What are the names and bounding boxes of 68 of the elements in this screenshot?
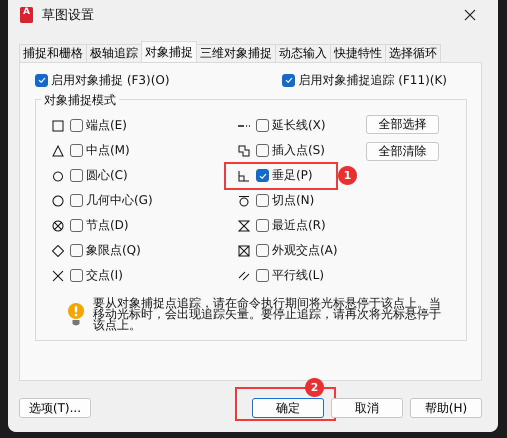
- check-icon: [36, 75, 46, 85]
- checkbox-label: 端点(E): [86, 117, 127, 134]
- circle-small-marker-icon: [52, 170, 64, 182]
- tab[interactable]: 快捷特性: [330, 44, 386, 62]
- checkbox-label: 延长线(X): [272, 117, 326, 134]
- tab[interactable]: 动态输入: [275, 44, 331, 62]
- check-icon: [284, 75, 294, 85]
- checkbox-label: 节点(D): [86, 217, 129, 234]
- checkbox-label: 垂足(P): [272, 167, 313, 184]
- app-logo: A: [20, 7, 33, 23]
- checkbox[interactable]: [256, 269, 269, 282]
- parallel-marker-icon: [238, 270, 250, 282]
- checkbox-label: 平行线(L): [272, 267, 324, 284]
- clear-all-button[interactable]: 全部清除: [366, 142, 439, 161]
- checkbox-label: 插入点(S): [272, 142, 325, 159]
- checkbox-label: 几何中心(G): [86, 192, 153, 209]
- hint-text: 要从对象捕捉点追踪，请在命令执行期间将光标悬停于该点上。当移动光标时，会出现追踪矢量。要停止追踪，请再次将光标悬停于该点上。: [93, 298, 442, 331]
- window-title: 草图设置: [42, 7, 94, 24]
- dialog-button[interactable]: 帮助(H): [410, 398, 482, 418]
- nearest-marker-icon: [238, 220, 250, 232]
- checkbox[interactable]: [256, 119, 269, 132]
- checkbox[interactable]: [70, 194, 83, 207]
- dialog-button[interactable]: 确定: [252, 398, 324, 418]
- checkbox[interactable]: [70, 119, 83, 132]
- checkbox-label: 切点(N): [272, 192, 314, 209]
- node-marker-icon: [52, 220, 64, 232]
- insertion-marker-icon: [238, 144, 250, 156]
- tab[interactable]: 极轴追踪: [86, 44, 142, 62]
- tab[interactable]: 三维对象捕捉: [196, 44, 276, 62]
- apparent-marker-icon: [238, 244, 250, 256]
- checkbox[interactable]: [256, 169, 269, 182]
- checkbox-label: 最近点(R): [272, 217, 326, 234]
- options-button[interactable]: 选项(T)...: [19, 398, 91, 418]
- checkbox[interactable]: [256, 144, 269, 157]
- checkbox-label: 象限点(Q): [86, 242, 141, 259]
- square-marker-icon: [52, 120, 64, 132]
- checkbox[interactable]: [35, 74, 48, 86]
- lightbulb-icon: [68, 303, 84, 327]
- checkbox[interactable]: [70, 219, 83, 232]
- diamond-marker-icon: [52, 244, 64, 256]
- checkbox-label: 圆心(C): [86, 167, 128, 184]
- checkbox[interactable]: [70, 269, 83, 282]
- callout-badge: 2: [305, 378, 324, 397]
- checkbox-label: 中点(M): [86, 142, 130, 159]
- checkbox-label: 交点(I): [86, 267, 123, 284]
- checkbox[interactable]: [256, 194, 269, 207]
- callout-badge: 1: [338, 166, 357, 185]
- tab[interactable]: 捕捉和栅格: [19, 44, 87, 62]
- checkbox[interactable]: [70, 144, 83, 157]
- checkbox[interactable]: [282, 74, 296, 86]
- tab[interactable]: 选择循环: [385, 44, 441, 62]
- perpendicular-marker-icon: [238, 170, 250, 182]
- checkbox[interactable]: [70, 169, 83, 182]
- group-title: 对象捕捉模式: [41, 92, 119, 109]
- cross-marker-icon: [52, 270, 64, 282]
- close-icon[interactable]: [464, 9, 476, 21]
- checkbox[interactable]: [256, 219, 269, 232]
- tangent-marker-icon: [238, 194, 250, 206]
- checkbox-label: 启用对象捕捉追踪 (F11)(K): [298, 72, 447, 88]
- triangle-marker-icon: [52, 144, 64, 156]
- circle-marker-icon: [52, 194, 64, 206]
- select-all-button[interactable]: 全部选择: [366, 115, 439, 134]
- checkbox[interactable]: [256, 244, 269, 257]
- checkbox-label: 外观交点(A): [272, 242, 338, 259]
- checkbox[interactable]: [70, 244, 83, 257]
- tab[interactable]: 对象捕捉: [141, 41, 197, 62]
- dialog-button[interactable]: 取消: [331, 398, 403, 418]
- checkbox-label: 启用对象捕捉 (F3)(O): [51, 72, 170, 88]
